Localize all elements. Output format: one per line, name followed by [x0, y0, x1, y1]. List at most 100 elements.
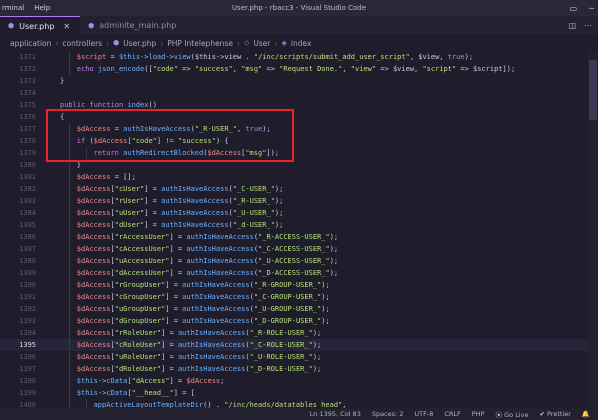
code-line[interactable]: 1386 $dAccess["rAccessUser"] = authIsHave… [0, 231, 598, 243]
chevron-right-icon: › [236, 38, 240, 48]
code-line[interactable]: 1374 [0, 87, 598, 99]
breadcrumb-item[interactable]: PHP Intelephense [167, 39, 233, 48]
code-line[interactable]: 1372 echo json_encode(["code" => "success… [0, 63, 598, 75]
code-token: $dAccess [76, 125, 111, 133]
breadcrumb-item[interactable]: controllers [62, 39, 102, 48]
code-token: "msg" [245, 149, 267, 157]
indent-guide [68, 159, 70, 171]
code-token: () [148, 101, 157, 109]
code-line[interactable]: 1377 $dAccess = authIsHaveAccess("_R-USER… [0, 123, 598, 135]
code-line[interactable]: 1380} [0, 159, 598, 171]
code-token: "_D-ROLE-USER_" [249, 365, 313, 373]
code-text: $dAccess["rGroupUser"] = authIsHaveAcces… [77, 279, 330, 291]
tab-adminlte-main[interactable]: ⬢ adminlte_main.php [80, 16, 186, 35]
code-token: => $script]); [456, 65, 516, 73]
code-token: ] = [161, 329, 178, 337]
code-token: ] = [169, 269, 187, 277]
code-token: "_R-USER_" [232, 197, 275, 205]
code-token: ] = [165, 305, 183, 313]
code-line[interactable]: 1390 $dAccess["rGroupUser"] = authIsHaveA… [0, 279, 598, 291]
code-line[interactable]: 1388 $dAccess["uAccessUser"] = authIsHave… [0, 255, 598, 267]
code-token: authIsHaveAccess [186, 269, 254, 277]
more-icon[interactable]: ⋯ [584, 21, 592, 30]
scrollbar[interactable] [588, 50, 598, 408]
line-number: 1396 [19, 353, 36, 361]
code-line[interactable]: 1397 $dAccess["dRoleUser"] = authIsHaveAc… [0, 363, 598, 375]
indent-guide [68, 267, 70, 279]
code-token: cData [106, 389, 128, 397]
code-line[interactable]: 1385 $dAccess["dUser"] = authIsHaveAccess… [0, 219, 598, 231]
code-line[interactable]: 1383 $dAccess["rUser"] = authIsHaveAccess… [0, 195, 598, 207]
code-line[interactable]: 1375 public function index() [0, 99, 598, 111]
code-line[interactable]: 1376 { [0, 111, 598, 123]
code-line[interactable]: 1391 $dAccess["cGroupUser"] = authIsHaveA… [0, 291, 598, 303]
code-text: $dAccess["uAccessUser"] = authIsHaveAcce… [77, 255, 338, 267]
code-line[interactable]: 1381 $dAccess = []; [0, 171, 598, 183]
code-token: $script [76, 53, 107, 61]
code-token: appActiveLayoutTemplateDir [93, 401, 204, 408]
code-editor[interactable]: 1371 $script = $this->load->view($this->v… [0, 50, 598, 408]
code-token: "_U-ROLE-USER_" [249, 353, 313, 361]
code-token: ] = [165, 317, 183, 325]
scrollbar-thumb[interactable] [589, 60, 597, 120]
language-mode[interactable]: PHP [472, 410, 485, 418]
method-icon: ◈ [281, 39, 287, 47]
code-token: $dAccess [76, 209, 111, 217]
line-number: 1399 [19, 389, 36, 397]
prettier-label: Prettier [546, 410, 571, 418]
prettier-button[interactable]: ✔ Prettier [539, 410, 570, 418]
code-text: $dAccess["uUser"] = authIsHaveAccess("_U… [77, 207, 284, 219]
code-line[interactable]: 1395 $dAccess["cRoleUser"] = authIsHaveAc… [0, 339, 598, 351]
line-number: 1388 [19, 257, 36, 265]
code-line[interactable]: 1396 $dAccess["uRoleUser"] = authIsHaveAc… [0, 351, 598, 363]
indentation[interactable]: Spaces: 2 [372, 410, 404, 418]
code-token: ] = [144, 185, 162, 193]
code-token: return [93, 149, 124, 157]
code-line[interactable]: 1399 $this->cData["__head__"] = [ [0, 387, 598, 399]
code-line[interactable]: 1393 $dAccess["dGroupUser"] = authIsHaveA… [0, 315, 598, 327]
code-line[interactable]: 1398 $this->cData["dAccess"] = $dAccess; [0, 375, 598, 387]
breadcrumb-item[interactable]: User.php [123, 39, 156, 48]
code-line[interactable]: 1378 if ($dAccess["code"] != "success") { [0, 135, 598, 147]
code-line[interactable]: 1384 $dAccess["uUser"] = authIsHaveAccess… [0, 207, 598, 219]
code-line[interactable]: 1394 $dAccess["rRoleUser"] = authIsHaveAc… [0, 327, 598, 339]
code-line[interactable]: 1392 $dAccess["uGroupUser"] = authIsHaveA… [0, 303, 598, 315]
go-live-button[interactable]: ⦿ Go Live [496, 409, 529, 419]
line-number: 1379 [19, 149, 36, 157]
code-token: , [342, 65, 351, 73]
code-line[interactable]: 1371 $script = $this->load->view($this->v… [0, 51, 598, 63]
line-number: 1371 [19, 53, 36, 61]
code-text: $dAccess["cGroupUser"] = authIsHaveAcces… [77, 291, 330, 303]
layout-icon[interactable]: ▭ [570, 4, 578, 13]
tab-user-php[interactable]: ⬢ User.php ✕ [0, 16, 81, 35]
code-token: -> [165, 53, 174, 61]
line-number: 1382 [19, 185, 36, 193]
code-line[interactable]: 1389 $dAccess["dAccessUser"] = authIsHave… [0, 267, 598, 279]
php-icon: ⬢ [88, 21, 95, 30]
breadcrumb-item[interactable]: User [253, 39, 270, 48]
breadcrumb-item[interactable]: application [10, 39, 51, 48]
menu-help[interactable]: Help [34, 4, 50, 12]
minimize-icon[interactable]: ─ [589, 4, 594, 13]
cursor-position[interactable]: Ln 1395, Col 83 [310, 410, 361, 418]
code-line[interactable]: 1379 return authRedirectBlocked($dAccess[… [0, 147, 598, 159]
code-line[interactable]: 1373} [0, 75, 598, 87]
code-token: "uAccessUser" [114, 257, 170, 265]
line-endings[interactable]: CRLF [444, 410, 460, 418]
line-number: 1373 [19, 77, 36, 85]
menu-terminal[interactable]: rminal [2, 4, 24, 12]
code-line[interactable]: 1400 appActiveLayoutTemplateDir() . "/inc… [0, 399, 598, 408]
indent-guide [68, 291, 70, 303]
code-token: "uUser" [114, 209, 145, 217]
split-editor-icon[interactable]: ◫ [568, 21, 576, 30]
close-icon[interactable]: ✕ [63, 22, 70, 31]
code-token: "_U-USER_" [232, 209, 275, 217]
encoding[interactable]: UTF-8 [414, 410, 433, 418]
breadcrumb-item[interactable]: index [291, 39, 312, 48]
code-line[interactable]: 1387 $dAccess["cAccessUser"] = authIsHave… [0, 243, 598, 255]
bell-icon[interactable]: 🔔 [582, 410, 590, 418]
code-line[interactable]: 1382 $dAccess["cUser"] = authIsHaveAccess… [0, 183, 598, 195]
code-text: $dAccess["uGroupUser"] = authIsHaveAcces… [77, 303, 330, 315]
code-token: $dAccess [76, 245, 111, 253]
go-live-label: Go Live [504, 411, 529, 419]
